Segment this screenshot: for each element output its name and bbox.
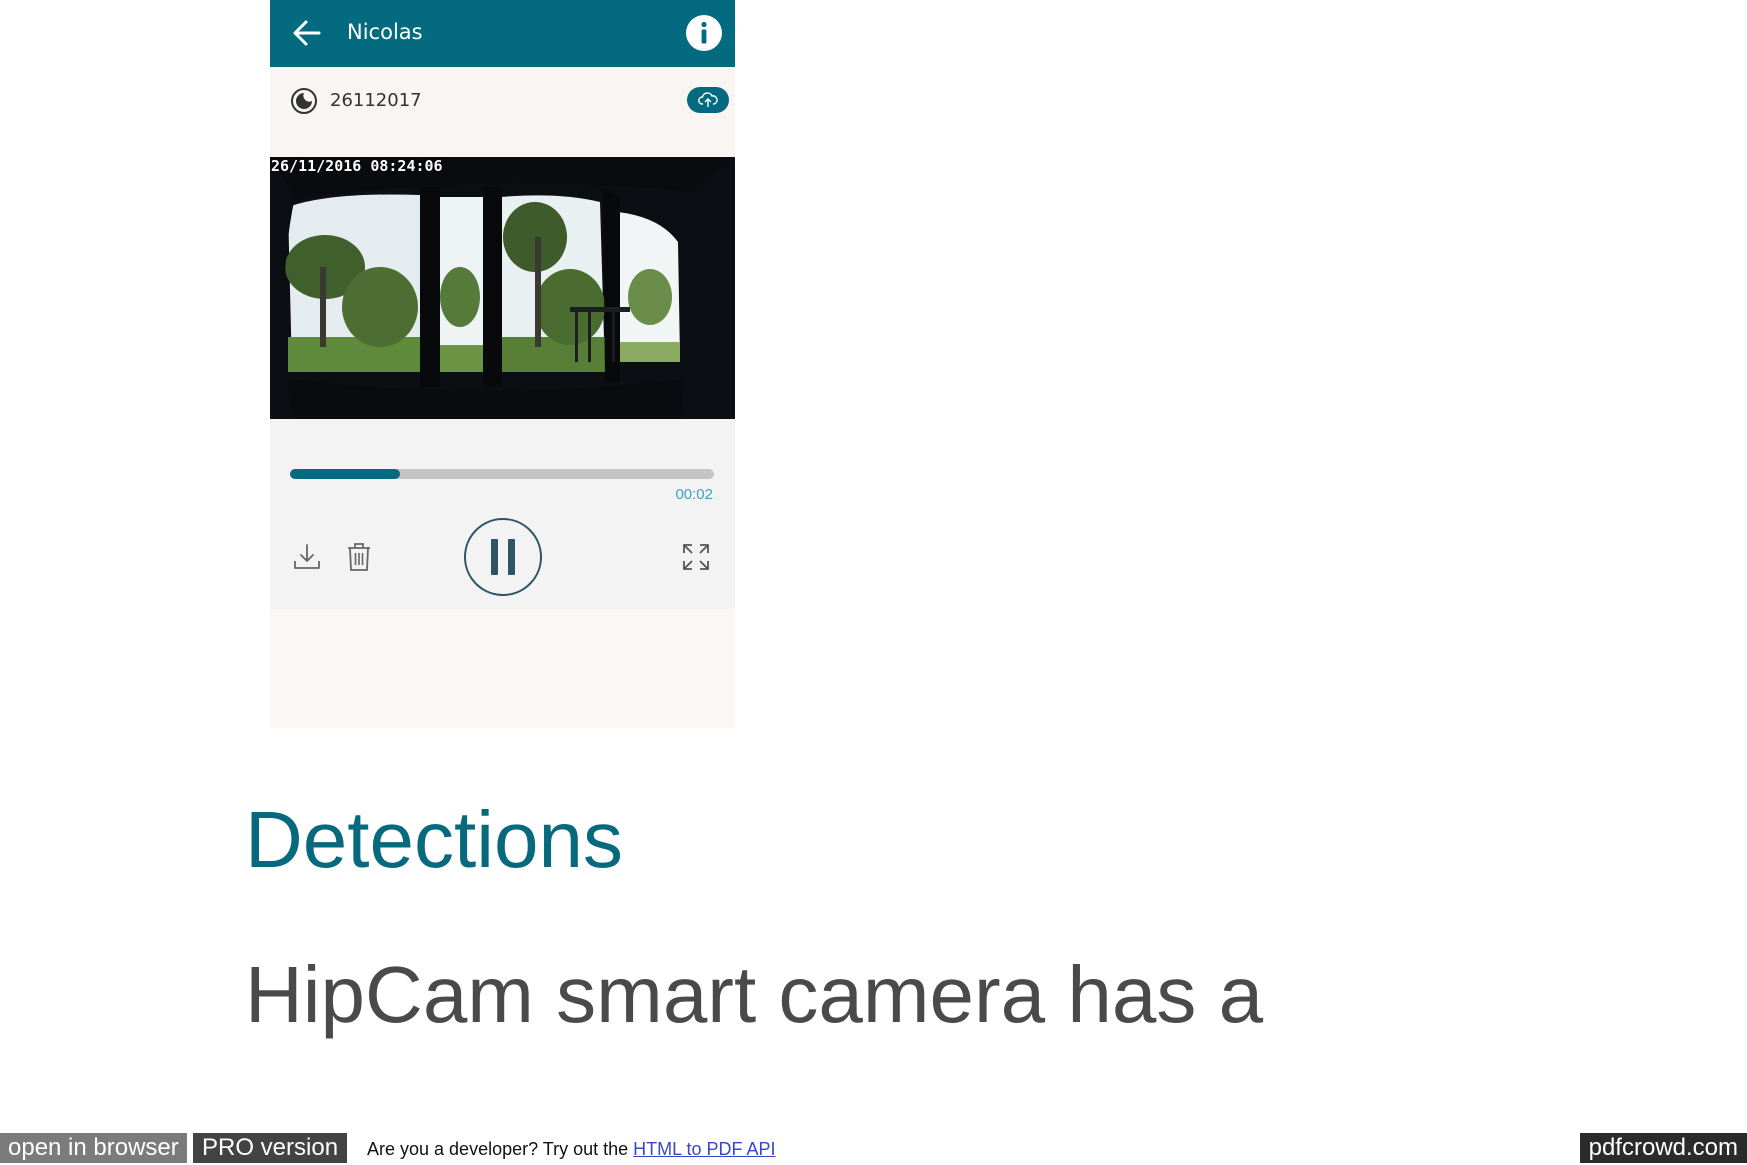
open-in-browser-button[interactable]: open in browser	[0, 1133, 187, 1163]
app-bar: Nicolas	[270, 0, 735, 67]
phone-screenshot: Nicolas 26112017 26/11/2016 08:24:06 00:…	[270, 0, 735, 728]
progress-fill	[290, 469, 401, 479]
arrow-left-icon[interactable]	[292, 19, 322, 47]
pause-button[interactable]	[463, 517, 543, 597]
developer-prompt: Are you a developer? Try out the HTML to…	[367, 1133, 776, 1163]
section-heading: Detections	[245, 795, 623, 884]
download-icon[interactable]	[292, 542, 322, 572]
cloud-upload-button[interactable]	[687, 87, 729, 113]
page-title: Nicolas	[347, 20, 423, 44]
cloud-upload-icon	[698, 92, 718, 107]
moon-icon	[291, 88, 317, 114]
progress-bar[interactable]	[290, 469, 714, 479]
section-paragraph: HipCam smart camera has a	[245, 950, 1264, 1039]
trash-icon[interactable]	[347, 542, 371, 572]
html-to-pdf-api-link[interactable]: HTML to PDF API	[633, 1139, 775, 1159]
info-icon[interactable]	[685, 14, 723, 52]
fullscreen-icon[interactable]	[681, 542, 711, 572]
video-frame	[270, 157, 735, 419]
pro-version-button[interactable]: PRO version	[193, 1133, 348, 1163]
player-controls: 00:02	[270, 419, 735, 609]
video-player[interactable]: 26/11/2016 08:24:06	[270, 157, 735, 419]
developer-prompt-text: Are you a developer? Try out the	[367, 1139, 634, 1159]
pdfcrowd-footer: open in browser PRO version Are you a de…	[0, 1133, 1747, 1163]
pdfcrowd-brand-link[interactable]: pdfcrowd.com	[1579, 1133, 1747, 1163]
pause-icon	[491, 539, 498, 575]
recording-info-bar: 26112017	[270, 67, 735, 157]
recording-name: 26112017	[330, 90, 422, 111]
elapsed-time: 00:02	[675, 486, 713, 503]
video-timestamp: 26/11/2016 08:24:06	[271, 157, 443, 175]
